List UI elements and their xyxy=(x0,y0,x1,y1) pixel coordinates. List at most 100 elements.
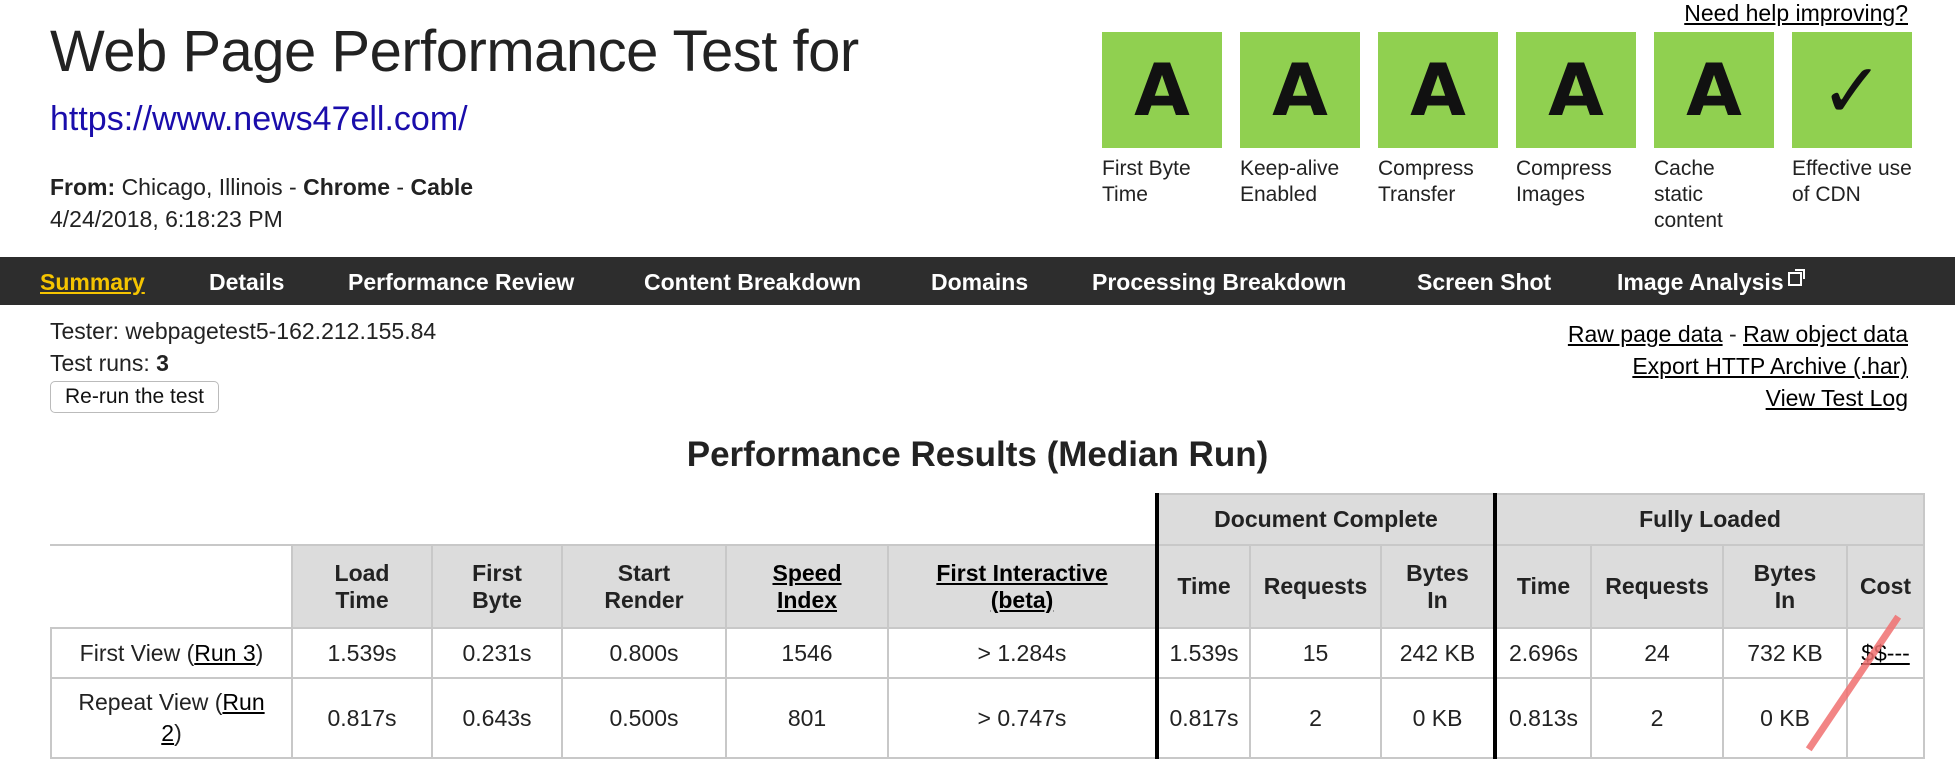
grade-label: Keep-alive Enabled xyxy=(1240,157,1340,206)
grade-label: Compress Transfer xyxy=(1378,157,1474,206)
cell-first-byte: 0.231s xyxy=(431,627,563,679)
grade-badge[interactable]: A xyxy=(1240,32,1360,148)
run-link[interactable]: Run 3 xyxy=(194,640,255,666)
tab-details[interactable]: Details xyxy=(209,269,284,296)
grade-cache-static[interactable]: A Cache static content xyxy=(1654,32,1774,234)
rerun-test-button[interactable]: Re-run the test xyxy=(50,381,219,413)
main-nav: Summary Details Performance Review Conte… xyxy=(0,257,1955,305)
checkmark-icon[interactable]: ✓ xyxy=(1792,32,1912,148)
tab-performance-review[interactable]: Performance Review xyxy=(348,269,574,296)
row-label-header xyxy=(50,544,293,629)
col-fl-time: Time xyxy=(1493,544,1592,629)
col-text: (beta) xyxy=(990,586,1054,613)
cell-speed-index: 1546 xyxy=(725,627,889,679)
col-dc-bytes: Bytes In xyxy=(1380,544,1496,629)
connection-text: Cable xyxy=(410,174,474,200)
grade-keep-alive[interactable]: A Keep-alive Enabled xyxy=(1240,32,1360,208)
tab-summary[interactable]: Summary xyxy=(40,269,145,296)
cell-dc-requests: 2 xyxy=(1249,677,1382,759)
raw-object-data-link[interactable]: Raw object data xyxy=(1743,321,1908,347)
grade-compress-transfer[interactable]: A Compress Transfer xyxy=(1378,32,1498,208)
raw-page-data-link[interactable]: Raw page data xyxy=(1568,321,1723,347)
tested-url-link[interactable]: https://www.news47ell.com/ xyxy=(50,100,468,139)
cell-load-time: 0.817s xyxy=(291,677,433,759)
row-label-text: First View ( xyxy=(79,639,195,666)
test-runs: Test runs: 3 xyxy=(50,350,169,377)
col-text: Time xyxy=(335,586,389,613)
cell-fl-time: 0.813s xyxy=(1493,677,1592,759)
col-text: First Interactive xyxy=(936,559,1108,586)
grade-label: Effective use of CDN xyxy=(1792,157,1912,206)
col-first-interactive[interactable]: First Interactive (beta) xyxy=(887,544,1158,629)
row-label-text: ) xyxy=(174,720,182,746)
col-text: In xyxy=(1427,586,1448,613)
grade-cdn[interactable]: ✓ Effective use of CDN xyxy=(1792,32,1912,208)
tab-screen-shot[interactable]: Screen Shot xyxy=(1417,269,1551,296)
tab-processing-breakdown[interactable]: Processing Breakdown xyxy=(1092,269,1346,296)
cell-cost xyxy=(1846,677,1925,759)
col-dc-requests: Requests xyxy=(1249,544,1382,629)
run-link[interactable]: 2 xyxy=(161,720,174,746)
tester-info: Tester: webpagetest5-162.212.155.84 xyxy=(50,318,436,345)
cell-start-render: 0.500s xyxy=(561,677,727,759)
row-label-text: Repeat View ( xyxy=(78,689,223,715)
grade-compress-images[interactable]: A Compress Images xyxy=(1516,32,1636,208)
cell-dc-time: 1.539s xyxy=(1155,627,1251,679)
test-location: From: Chicago, Illinois - Chrome - Cable xyxy=(50,174,474,200)
cell-first-interactive: > 1.284s xyxy=(887,627,1158,679)
help-improving-link[interactable]: Need help improving? xyxy=(1684,0,1908,27)
col-text: Bytes xyxy=(1753,559,1817,586)
grade-label: Cache static content xyxy=(1654,157,1723,232)
col-text: Bytes xyxy=(1406,559,1469,586)
table-row: Repeat View (Run 2) 0.817s 0.643s 0.500s … xyxy=(50,677,1925,759)
tab-content-breakdown[interactable]: Content Breakdown xyxy=(644,269,861,296)
grade-first-byte[interactable]: A First Byte Time xyxy=(1102,32,1222,208)
cell-first-byte: 0.643s xyxy=(431,677,563,759)
tab-image-analysis-label: Image Analysis xyxy=(1617,269,1784,295)
cell-speed-index: 801 xyxy=(725,677,889,759)
grade-badge[interactable]: A xyxy=(1378,32,1498,148)
row-label: First View (Run 3) xyxy=(50,627,293,679)
grade-label: Compress Images xyxy=(1516,157,1612,206)
col-text: Byte xyxy=(472,586,522,613)
col-text: In xyxy=(1774,586,1796,613)
view-test-log-link[interactable]: View Test Log xyxy=(1766,385,1908,411)
grade-label: First Byte Time xyxy=(1102,157,1191,206)
col-speed-index[interactable]: Speed Index xyxy=(725,544,889,629)
cell-load-time: 1.539s xyxy=(291,627,433,679)
data-links: Raw page data - Raw object data Export H… xyxy=(1568,318,1908,414)
col-text: Load xyxy=(334,559,390,586)
first-interactive-link[interactable]: First Interactive (beta) xyxy=(936,560,1107,613)
tester-label: Tester: xyxy=(50,318,120,344)
tab-image-analysis[interactable]: Image Analysis xyxy=(1617,269,1805,296)
row-label: Repeat View (Run 2) xyxy=(50,677,293,759)
col-text: Index xyxy=(776,586,838,613)
grade-badge[interactable]: A xyxy=(1654,32,1774,148)
runs-label: Test runs: xyxy=(50,350,150,376)
tester-value: webpagetest5-162.212.155.84 xyxy=(125,318,437,344)
results-title: Performance Results (Median Run) xyxy=(686,435,1269,474)
cell-dc-requests: 15 xyxy=(1249,627,1382,679)
cell-dc-bytes: 0 KB xyxy=(1380,677,1496,759)
header-spacer xyxy=(50,493,1157,546)
col-text: Start xyxy=(617,559,671,586)
location-text: Chicago, Illinois xyxy=(121,174,283,200)
group-fully-loaded: Fully Loaded xyxy=(1493,493,1925,546)
tab-domains[interactable]: Domains xyxy=(931,269,1028,296)
page-title: Web Page Performance Test for xyxy=(50,19,859,84)
export-har-link[interactable]: Export HTTP Archive (.har) xyxy=(1632,353,1908,379)
link-separator: - xyxy=(1729,321,1737,347)
grade-badge[interactable]: A xyxy=(1102,32,1222,148)
cell-fl-requests: 24 xyxy=(1590,627,1724,679)
col-first-byte: First Byte xyxy=(431,544,563,629)
run-link[interactable]: Run xyxy=(222,689,264,715)
col-start-render: Start Render xyxy=(561,544,727,629)
col-cost: Cost xyxy=(1846,544,1925,629)
cell-fl-requests: 2 xyxy=(1590,677,1724,759)
cell-dc-time: 0.817s xyxy=(1155,677,1251,759)
grade-badge[interactable]: A xyxy=(1516,32,1636,148)
speed-index-link[interactable]: Speed Index xyxy=(772,560,841,613)
browser-text: Chrome xyxy=(303,174,391,200)
row-label-text: ) xyxy=(255,639,264,666)
table-row: First View (Run 3) 1.539s 0.231s 0.800s … xyxy=(50,627,1925,679)
